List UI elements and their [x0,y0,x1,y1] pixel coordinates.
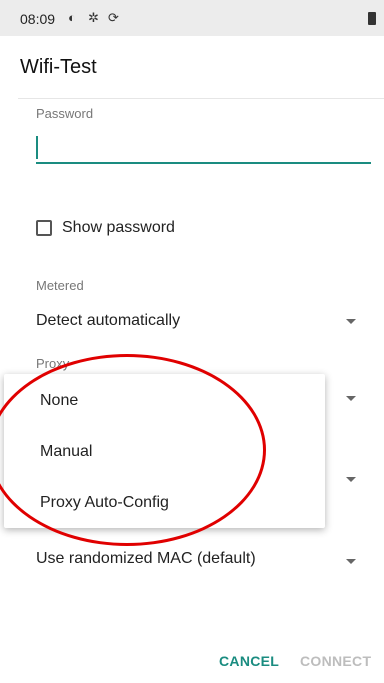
password-underline [36,162,371,164]
gear-icon: ✲ [88,10,99,25]
metered-select[interactable]: Detect automatically [36,312,180,330]
connect-button[interactable]: CONNECT [300,653,371,669]
status-time: 08:09 [20,11,56,27]
menu-item-manual[interactable]: Manual [40,443,92,461]
menu-item-proxy-auto-config[interactable]: Proxy Auto-Config [40,494,169,512]
wifi-dialog [18,36,384,683]
show-password-checkbox[interactable] [36,220,52,236]
chevron-down-icon[interactable] [346,559,356,564]
metered-label: Metered [36,278,84,293]
sync-icon: ⟳ [108,10,119,25]
proxy-dropdown-menu: None Manual Proxy Auto-Config [4,374,325,528]
proxy-label: Proxy [36,356,70,371]
chevron-down-icon[interactable] [346,319,356,324]
chevron-down-icon[interactable] [346,396,356,401]
cancel-button[interactable]: CANCEL [219,653,279,669]
title-divider [18,98,384,99]
privacy-select[interactable]: Use randomized MAC (default) [36,550,256,568]
battery-icon [368,12,376,25]
show-password-label[interactable]: Show password [62,219,175,237]
circle-icon: ◐ [68,10,76,25]
chevron-down-icon[interactable] [346,477,356,482]
dialog-title: Wifi-Test [20,56,97,78]
status-bar: 08:09 ◐ ✲ ⟳ [0,0,384,36]
menu-item-none[interactable]: None [40,392,78,410]
password-label: Password [36,106,94,121]
text-cursor [36,136,38,159]
